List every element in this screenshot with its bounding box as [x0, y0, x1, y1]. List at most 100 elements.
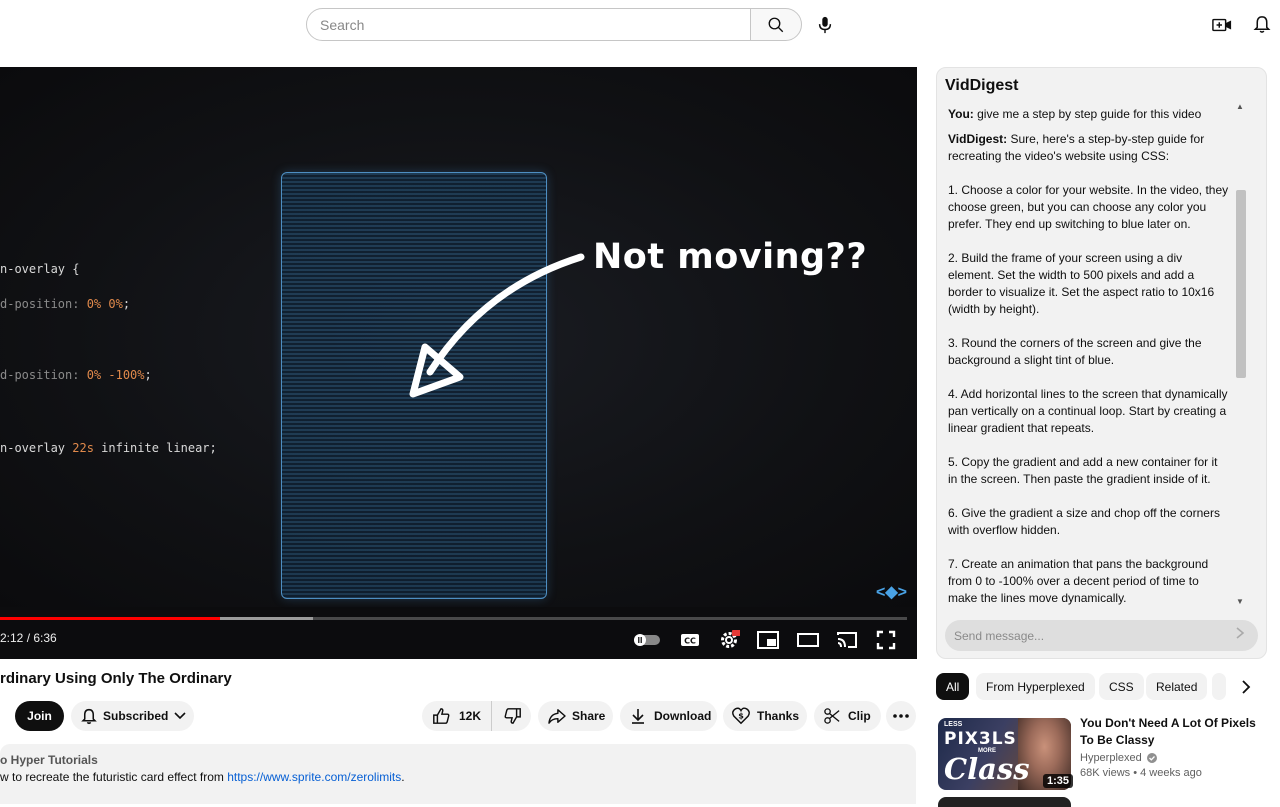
progress-played: [0, 617, 221, 620]
microphone-icon: [818, 16, 831, 33]
svg-text:CC: CC: [684, 637, 696, 646]
chevron-down-icon: [174, 712, 186, 720]
create-button[interactable]: [1205, 8, 1238, 41]
chip-related[interactable]: Related: [1146, 673, 1208, 700]
more-horizontal-icon: [893, 714, 909, 718]
guide-step: 3. Round the corners of the screen and g…: [948, 336, 1202, 367]
notifications-button[interactable]: [1245, 8, 1278, 41]
autoplay-toggle-icon: [634, 634, 660, 646]
guide-step: 6. Give the gradient a size and chop off…: [948, 506, 1220, 537]
scissors-icon: [824, 708, 840, 724]
guide-step: 2. Build the frame of your screen using …: [948, 251, 1215, 316]
like-dislike-group: 12K: [422, 701, 531, 731]
guide-step: 5. Copy the gradient and add a new conta…: [948, 455, 1218, 486]
dislike-button[interactable]: [492, 701, 534, 731]
search-input[interactable]: [306, 8, 751, 41]
closed-captions-icon: CC: [681, 634, 699, 646]
theater-mode-button[interactable]: [795, 627, 821, 653]
recommendation-meta: 68K views • 4 weeks ago: [1080, 767, 1202, 779]
recommendation-thumbnail-next[interactable]: [938, 797, 1071, 807]
code-line-4: n-overlay 22s infinite linear;: [0, 441, 217, 455]
clip-button[interactable]: Clip: [814, 701, 881, 731]
download-icon: [632, 709, 644, 724]
code-line-3: d-position: 0% -100%;: [0, 368, 152, 382]
description-link[interactable]: https://www.sprite.com/zerolimits: [227, 770, 401, 784]
like-count: 12K: [459, 709, 482, 723]
viddigest-messages[interactable]: You: give me a step by step guide for th…: [948, 106, 1230, 616]
messages-scrollbar-thumb[interactable]: [1236, 190, 1246, 378]
message-input-container: [945, 620, 1258, 651]
video-duration-badge: 1:35: [1043, 774, 1074, 788]
like-button[interactable]: 12K: [422, 701, 493, 731]
bell-icon: [1253, 16, 1270, 33]
bot-message: VidDigest: Sure, here's a step-by-step g…: [948, 132, 1205, 163]
scroll-up-arrow-icon[interactable]: ▲: [1236, 102, 1244, 111]
video-title: rdinary Using Only The Ordinary: [0, 670, 232, 687]
recommendation-channel[interactable]: Hyperplexed: [1080, 752, 1157, 764]
thumbs-down-icon: [504, 708, 521, 724]
download-button[interactable]: Download: [620, 701, 717, 731]
overlay-caption: Not moving??: [593, 237, 868, 277]
svg-text:$: $: [738, 711, 744, 721]
voice-search-button[interactable]: [808, 8, 841, 41]
recommendation-title[interactable]: You Don't Need A Lot Of Pixels To Be Cla…: [1080, 715, 1260, 749]
code-line-2: d-position: 0% 0%;: [0, 297, 131, 311]
progress-bar[interactable]: [0, 617, 907, 620]
clip-label: Clip: [848, 709, 871, 723]
super-thanks-icon: $: [732, 707, 750, 725]
theater-mode-icon: [797, 633, 819, 647]
video-camera-plus-icon: [1211, 18, 1231, 31]
thanks-label: Thanks: [757, 709, 800, 723]
video-frame[interactable]: n-overlay { d-position: 0% 0%; d-positio…: [0, 67, 917, 607]
curved-arrow-icon: [409, 253, 585, 398]
chip-partial[interactable]: [1212, 673, 1226, 700]
autoplay-toggle[interactable]: [632, 627, 662, 653]
search-button[interactable]: [750, 8, 802, 41]
time-display: 2:12 / 6:36: [0, 631, 57, 645]
chip-css[interactable]: CSS: [1099, 673, 1144, 700]
chip-all[interactable]: All: [936, 673, 970, 700]
thumbs-up-icon: [433, 708, 450, 724]
gear-icon: [721, 630, 740, 648]
scroll-down-arrow-icon[interactable]: ▼: [1236, 597, 1244, 606]
channel-watermark-icon[interactable]: <◆>: [876, 582, 907, 602]
download-label: Download: [654, 709, 712, 723]
masthead: [0, 0, 1280, 56]
thumbnail-text-less: LESS: [944, 721, 963, 728]
user-message: You: give me a step by step guide for th…: [948, 107, 1202, 121]
miniplayer-button[interactable]: [755, 627, 781, 653]
description-channel: o Hyper Tutorials: [0, 753, 98, 767]
viddigest-panel: VidDigest You: give me a step by step gu…: [936, 67, 1267, 659]
share-icon: [548, 709, 566, 724]
verified-check-icon: [1146, 753, 1157, 763]
settings-button[interactable]: [716, 627, 742, 653]
miniplayer-icon: [757, 631, 779, 649]
send-message-input[interactable]: [945, 620, 1225, 651]
more-actions-button[interactable]: [886, 701, 916, 731]
guide-step: 7. Create an animation that pans the bac…: [948, 557, 1209, 605]
viddigest-title: VidDigest: [945, 77, 1019, 94]
guide-step: 4. Add horizontal lines to the screen th…: [948, 387, 1228, 435]
cast-button[interactable]: [834, 627, 860, 653]
captions-button[interactable]: CC: [677, 627, 703, 653]
video-player[interactable]: n-overlay { d-position: 0% 0%; d-positio…: [0, 67, 917, 659]
send-arrow-icon[interactable]: [1235, 627, 1251, 643]
thumbnail-text-pixels: PIX3LS: [944, 729, 1017, 749]
guide-step: 1. Choose a color for your website. In t…: [948, 183, 1229, 231]
thumbnail-text-class: Class: [944, 752, 1030, 786]
subscribed-label: Subscribed: [103, 709, 169, 723]
description-text: w to recreate the futuristic card effect…: [0, 770, 405, 784]
thanks-button[interactable]: $ Thanks: [723, 701, 807, 731]
bell-icon: [81, 708, 97, 724]
search-icon: [768, 17, 784, 32]
chip-from-hyperplexed[interactable]: From Hyperplexed: [976, 673, 1095, 700]
fullscreen-icon: [876, 630, 896, 650]
join-button[interactable]: Join: [15, 701, 64, 731]
chevron-right-icon[interactable]: [1237, 678, 1255, 696]
share-label: Share: [572, 709, 606, 723]
code-line-1: n-overlay {: [0, 262, 80, 276]
cast-icon: [837, 632, 857, 648]
subscribed-button[interactable]: Subscribed: [71, 701, 194, 731]
share-button[interactable]: Share: [538, 701, 613, 731]
fullscreen-button[interactable]: [873, 627, 899, 653]
